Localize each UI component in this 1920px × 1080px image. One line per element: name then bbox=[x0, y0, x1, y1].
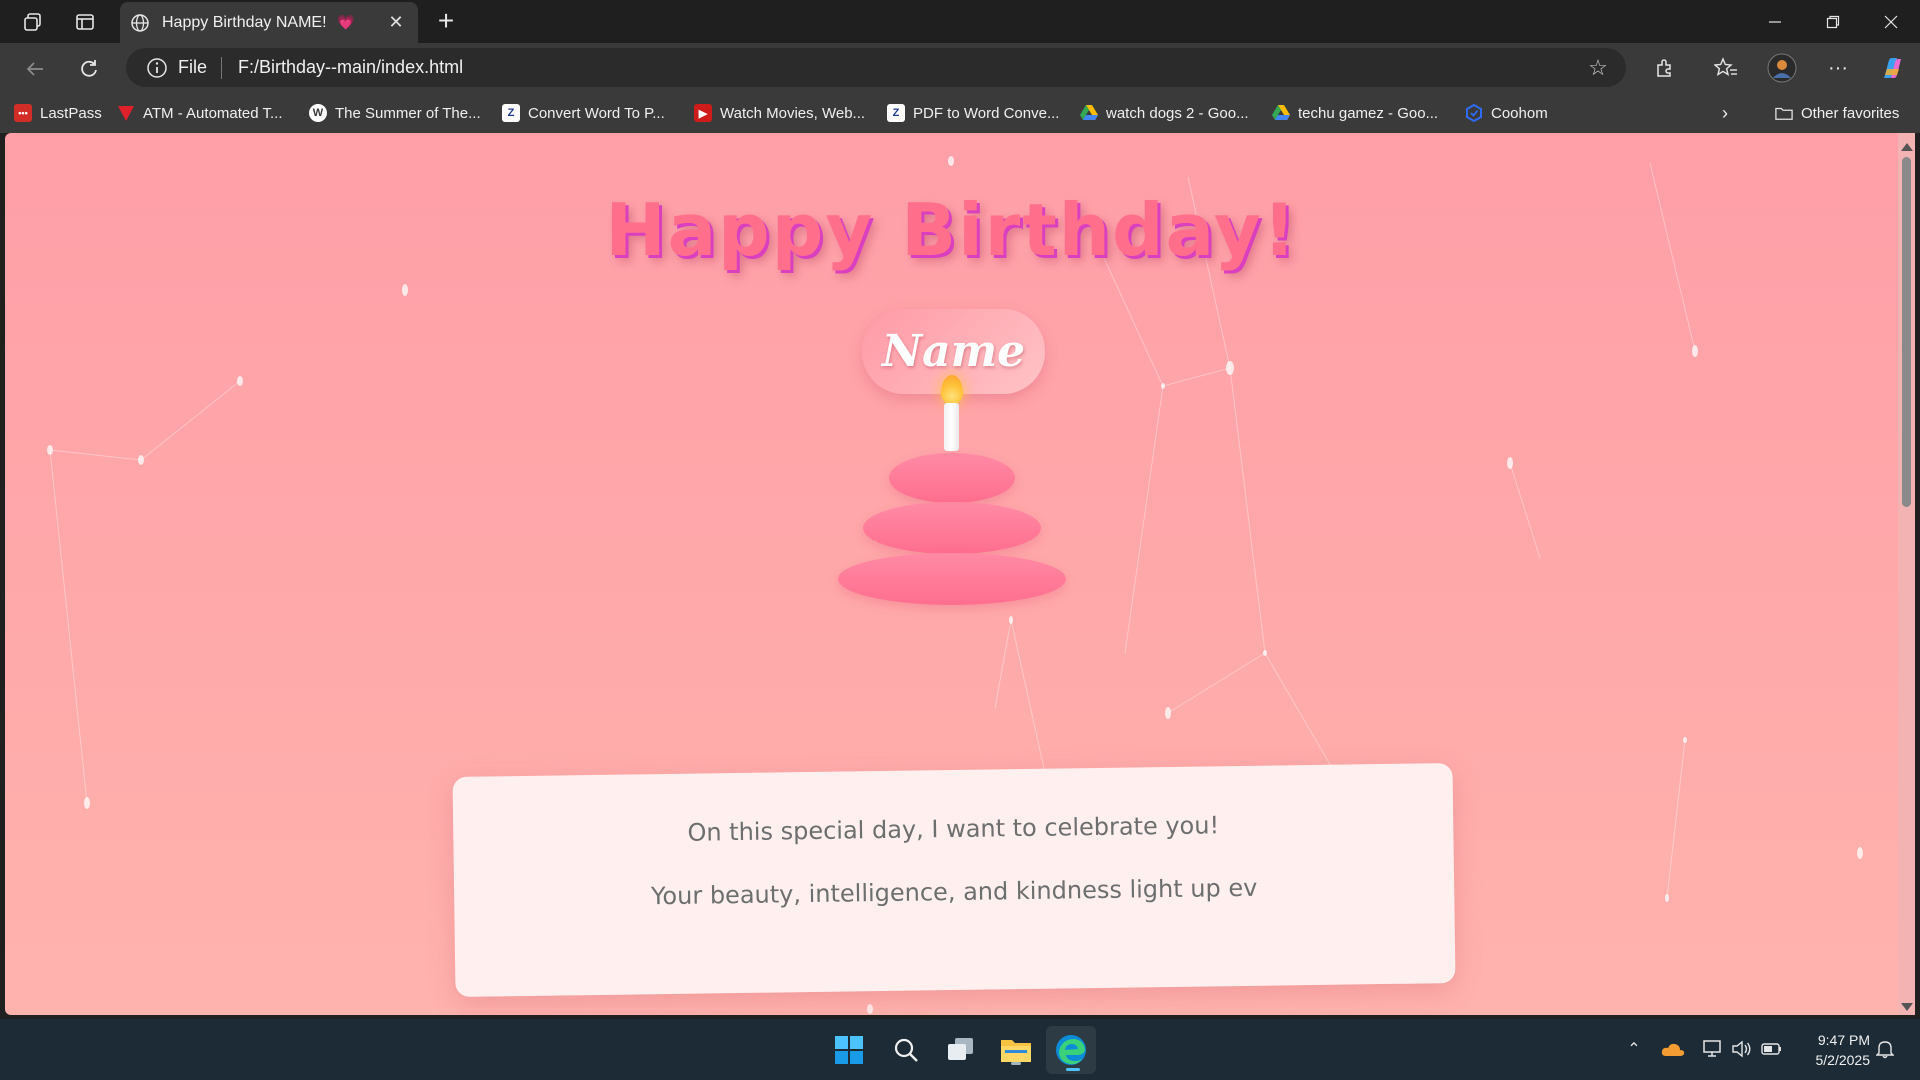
tab-title-text: Happy Birthday NAME! bbox=[162, 13, 327, 31]
close-tab-icon[interactable]: ✕ bbox=[384, 11, 408, 35]
message-card: On this special day, I want to celebrate… bbox=[452, 763, 1456, 997]
back-button[interactable] bbox=[19, 53, 51, 85]
cake-tier-top bbox=[889, 453, 1015, 503]
scrollbar-thumb[interactable] bbox=[1902, 157, 1911, 507]
other-favorites-label: Other favorites bbox=[1801, 104, 1900, 122]
favorite-convert-word[interactable]: Z Convert Word To P... bbox=[502, 102, 665, 124]
favorite-label: Watch Movies, Web... bbox=[720, 104, 866, 122]
favorite-label: LastPass bbox=[40, 104, 102, 122]
clock-date: 5/2/2025 bbox=[1815, 1052, 1871, 1068]
address-bar[interactable]: File F:/Birthday--main/index.html ☆ bbox=[126, 48, 1626, 87]
notifications-bell-icon[interactable] bbox=[1873, 1037, 1897, 1061]
favorite-label: Convert Word To P... bbox=[528, 104, 665, 122]
favorite-techu-gamez[interactable]: techu gamez - Goo... bbox=[1272, 102, 1438, 124]
volume-icon[interactable] bbox=[1730, 1037, 1754, 1061]
page-viewport[interactable]: Happy Birthday! Name On this special day… bbox=[5, 133, 1898, 1015]
refresh-button[interactable] bbox=[73, 53, 105, 85]
favorite-watch-dogs[interactable]: watch dogs 2 - Goo... bbox=[1080, 102, 1249, 124]
favorites-bar: ••• LastPass ATM - Automated T... W The … bbox=[0, 93, 1920, 133]
new-tab-button[interactable]: + bbox=[431, 7, 461, 37]
favorite-label: techu gamez - Goo... bbox=[1298, 104, 1439, 122]
zamzar-icon: Z bbox=[887, 104, 905, 122]
google-drive-icon bbox=[1272, 104, 1290, 122]
lastpass-icon: ••• bbox=[14, 104, 32, 122]
clock-time: 9:47 PM bbox=[1817, 1032, 1870, 1048]
close-window-button[interactable] bbox=[1862, 0, 1920, 43]
more-options-icon[interactable]: ··· bbox=[1822, 52, 1854, 84]
other-favorites[interactable]: Other favorites bbox=[1775, 102, 1899, 124]
system-clock[interactable]: 9:47 PM 5/2/2025 bbox=[1800, 1030, 1871, 1070]
favorite-summer[interactable]: W The Summer of The... bbox=[309, 102, 481, 124]
cake-tier-bottom bbox=[838, 553, 1066, 605]
favorite-label: The Summer of The... bbox=[335, 104, 481, 122]
heart-icon: 💗 bbox=[336, 13, 355, 30]
screen: Happy Birthday NAME! 💗 ✕ + File F:/Birth… bbox=[0, 0, 1920, 1080]
tab-title: Happy Birthday NAME! 💗 bbox=[162, 14, 384, 32]
running-indicator bbox=[1011, 1062, 1021, 1065]
coohom-icon bbox=[1465, 104, 1483, 122]
active-indicator bbox=[1066, 1068, 1080, 1071]
network-icon[interactable] bbox=[1701, 1037, 1725, 1061]
extensions-icon[interactable] bbox=[1648, 52, 1680, 84]
battery-icon[interactable] bbox=[1760, 1037, 1784, 1061]
favorites-overflow-chevron-icon[interactable]: › bbox=[1722, 102, 1728, 124]
candle-flame-icon[interactable] bbox=[941, 375, 963, 405]
toolbar: File F:/Birthday--main/index.html ☆ ··· bbox=[0, 43, 1920, 93]
favorite-label: ATM - Automated T... bbox=[143, 104, 283, 122]
favorite-pdf-word[interactable]: Z PDF to Word Conve... bbox=[887, 102, 1059, 124]
taskbar: ⌃ 9:47 PM 5/2/2025 bbox=[0, 1019, 1920, 1080]
url-scheme: File bbox=[178, 57, 208, 77]
candle bbox=[944, 403, 959, 451]
favorite-label: watch dogs 2 - Goo... bbox=[1106, 104, 1249, 122]
tab-actions-icon[interactable] bbox=[71, 8, 99, 36]
minimize-button[interactable] bbox=[1746, 0, 1804, 43]
favorite-coohom[interactable]: Coohom bbox=[1465, 102, 1548, 124]
atm-icon bbox=[117, 104, 135, 122]
restore-button[interactable] bbox=[1804, 0, 1862, 43]
title-bar: Happy Birthday NAME! 💗 ✕ + bbox=[0, 0, 1920, 43]
favorite-lastpass[interactable]: ••• LastPass bbox=[14, 102, 102, 124]
task-view-icon[interactable] bbox=[943, 1032, 979, 1068]
scroll-down-arrow-icon[interactable] bbox=[1901, 1003, 1913, 1011]
google-drive-icon bbox=[1080, 104, 1098, 122]
file-explorer-icon[interactable] bbox=[998, 1032, 1034, 1068]
message-line-2: Your beauty, intelligence, and kindness … bbox=[650, 873, 1258, 911]
favorite-label: PDF to Word Conve... bbox=[913, 104, 1060, 122]
info-icon[interactable] bbox=[146, 57, 168, 79]
globe-icon bbox=[131, 13, 149, 32]
search-icon[interactable] bbox=[888, 1032, 924, 1068]
cake-tier-middle bbox=[863, 502, 1041, 554]
favorites-icon[interactable] bbox=[1710, 52, 1742, 84]
page-scrollbar[interactable] bbox=[1898, 133, 1915, 1015]
tab-active[interactable]: Happy Birthday NAME! 💗 ✕ bbox=[120, 2, 418, 43]
movies-icon: ▶ bbox=[694, 104, 712, 122]
onedrive-cloud-icon[interactable] bbox=[1661, 1037, 1685, 1061]
address-separator bbox=[221, 56, 223, 79]
folder-icon bbox=[1775, 104, 1793, 122]
url-text[interactable]: F:/Birthday--main/index.html bbox=[238, 57, 1584, 78]
favorite-atm[interactable]: ATM - Automated T... bbox=[117, 102, 283, 124]
favorite-label: Coohom bbox=[1491, 104, 1548, 122]
edge-browser-icon[interactable] bbox=[1046, 1026, 1096, 1074]
favorite-watch-movies[interactable]: ▶ Watch Movies, Web... bbox=[694, 102, 865, 124]
birthday-headline: Happy Birthday! bbox=[605, 188, 1298, 272]
copilot-icon[interactable] bbox=[1876, 52, 1908, 84]
scroll-up-arrow-icon[interactable] bbox=[1901, 143, 1913, 151]
favorite-star-icon[interactable]: ☆ bbox=[1584, 54, 1612, 82]
start-windows-icon[interactable] bbox=[831, 1032, 867, 1068]
wordpress-icon: W bbox=[309, 104, 327, 122]
zamzar-icon: Z bbox=[502, 104, 520, 122]
show-hidden-icons-chevron-icon[interactable]: ⌃ bbox=[1622, 1037, 1646, 1061]
workspaces-icon[interactable] bbox=[19, 8, 47, 36]
message-line-1: On this special day, I want to celebrate… bbox=[687, 811, 1220, 847]
profile-avatar[interactable] bbox=[1766, 52, 1798, 84]
